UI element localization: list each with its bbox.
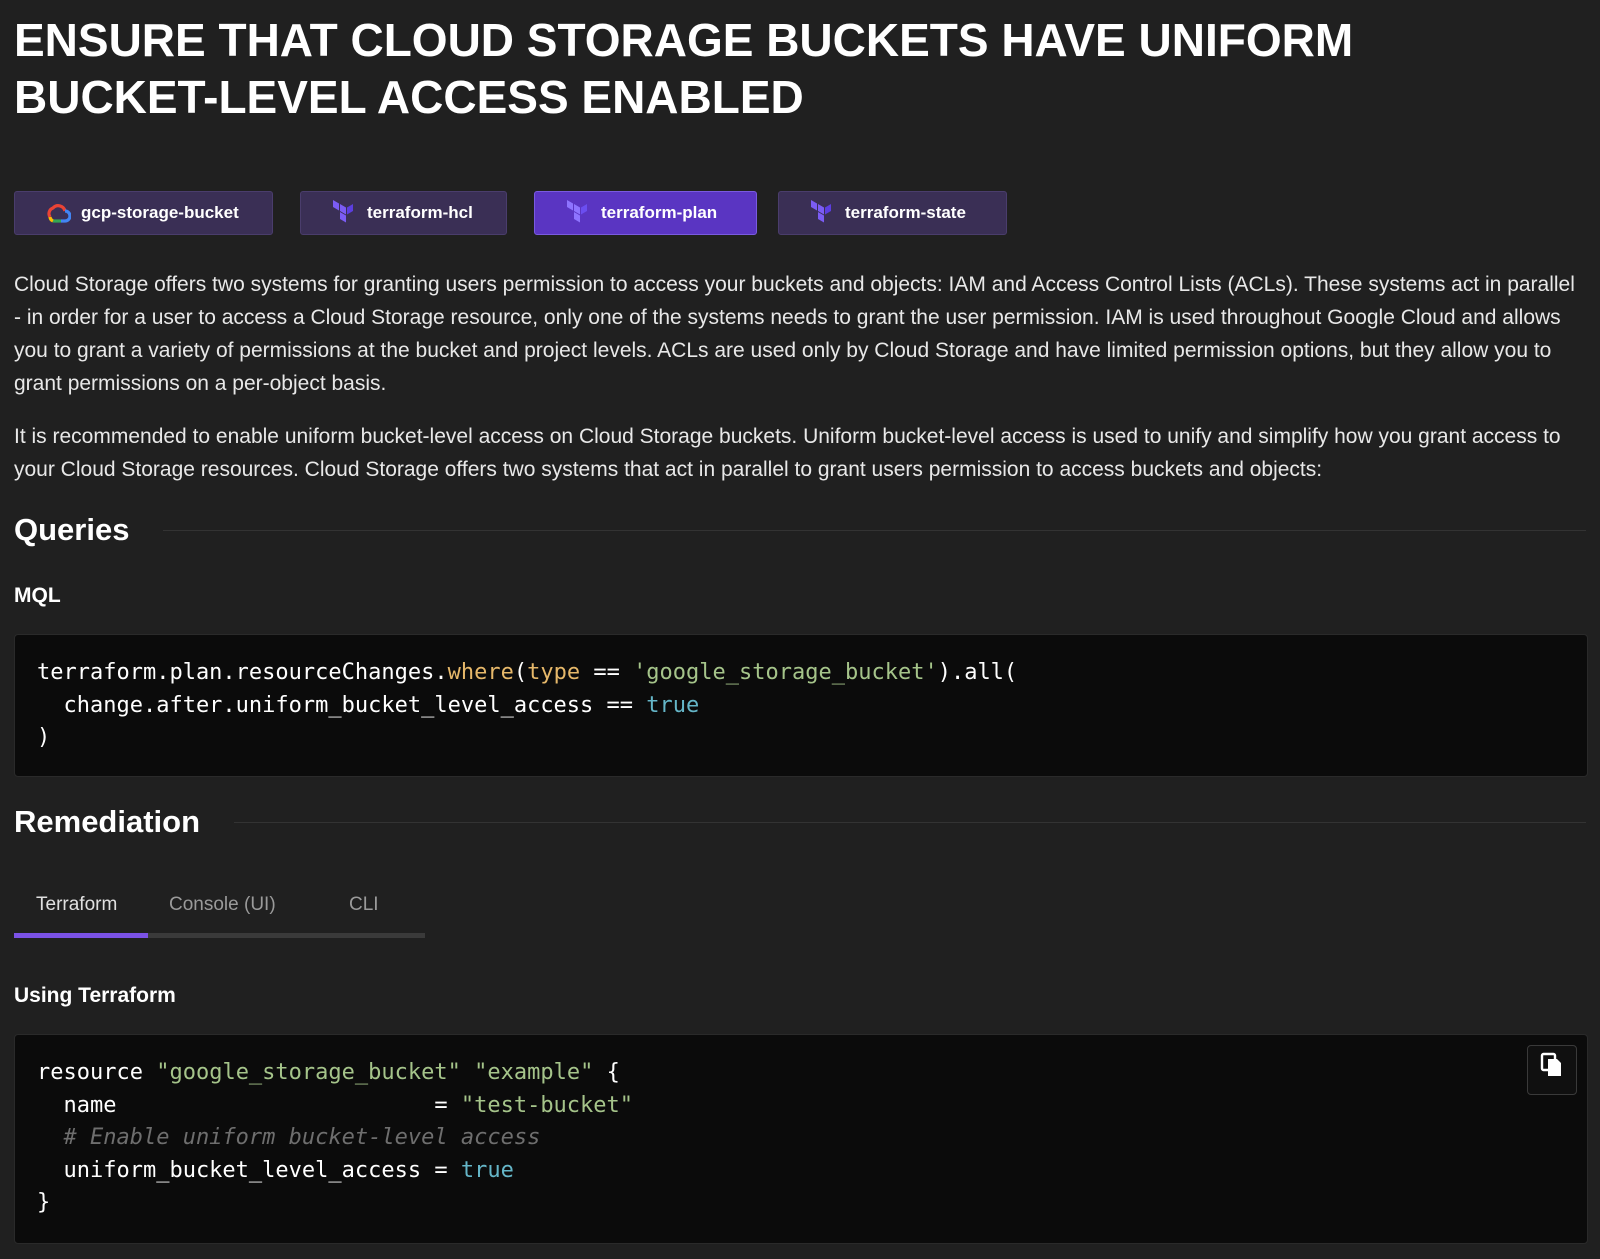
tag-label: terraform-state	[845, 203, 966, 222]
code-token: name =	[37, 1092, 461, 1118]
code-comment: # Enable uniform bucket-level access	[37, 1125, 541, 1150]
queries-heading: Queries	[14, 512, 130, 547]
terraform-icon	[565, 200, 591, 226]
code-token: type	[527, 660, 581, 685]
code-token: uniform_bucket_level_access =	[37, 1157, 461, 1183]
code-token: 'google_storage_bucket'	[633, 660, 938, 685]
code-token: ==	[580, 660, 634, 685]
copy-button[interactable]	[1527, 1045, 1577, 1095]
copy-icon	[1540, 1052, 1564, 1089]
code-token: ).all(	[937, 660, 1018, 685]
remediation-tabs: Terraform Console (UI) CLI	[14, 880, 425, 938]
tab-terraform[interactable]: Terraform	[36, 894, 117, 916]
code-token: terraform.plan.resourceChanges.	[37, 660, 448, 685]
code-token: "google_storage_bucket"	[156, 1060, 461, 1085]
google-cloud-icon	[45, 200, 71, 226]
description-paragraph-2: It is recommended to enable uniform buck…	[14, 425, 1561, 481]
remediation-heading: Remediation	[14, 804, 201, 839]
tab-console-ui[interactable]: Console (UI)	[169, 894, 276, 916]
tag-terraform-state[interactable]: terraform-state	[778, 191, 1007, 235]
terraform-icon	[809, 200, 835, 226]
tab-cli[interactable]: CLI	[349, 894, 379, 916]
divider	[163, 529, 1586, 531]
remediation-heading-row: Remediation	[14, 804, 1586, 840]
code-token: resource	[37, 1060, 157, 1085]
code-token: where	[447, 660, 514, 685]
code-token: "example"	[474, 1060, 594, 1085]
tag-label: terraform-hcl	[367, 203, 473, 222]
code-token: {	[593, 1060, 620, 1085]
tab-active-indicator	[14, 933, 148, 938]
divider	[234, 821, 1586, 823]
code-token: true	[460, 1157, 514, 1183]
code-token: true	[646, 692, 700, 718]
code-token: change.after.uniform_bucket_level_access…	[37, 692, 647, 718]
tag-gcp-storage-bucket[interactable]: gcp-storage-bucket	[14, 191, 273, 235]
code-token: "test-bucket"	[460, 1092, 634, 1118]
tag-label: terraform-plan	[601, 203, 718, 222]
mql-heading: MQL	[14, 584, 61, 607]
terraform-code-block[interactable]: resource "google_storage_bucket" "exampl…	[14, 1034, 1588, 1244]
page-title: ENSURE THAT CLOUD STORAGE BUCKETS HAVE U…	[14, 14, 1354, 123]
code-token: (	[513, 660, 528, 685]
description-paragraph-1: Cloud Storage offers two systems for gra…	[14, 273, 1575, 395]
page: ENSURE THAT CLOUD STORAGE BUCKETS HAVE U…	[0, 0, 1600, 1259]
code-token: }	[37, 1190, 51, 1215]
code-token: )	[37, 725, 51, 750]
mql-code-block[interactable]: terraform.plan.resourceChanges.where(typ…	[14, 634, 1588, 777]
using-terraform-heading: Using Terraform	[14, 984, 176, 1007]
terraform-icon	[331, 200, 357, 226]
queries-heading-row: Queries	[14, 512, 1586, 548]
tag-label: gcp-storage-bucket	[81, 203, 239, 222]
tag-terraform-hcl[interactable]: terraform-hcl	[300, 191, 507, 235]
tag-terraform-plan[interactable]: terraform-plan	[534, 191, 757, 235]
